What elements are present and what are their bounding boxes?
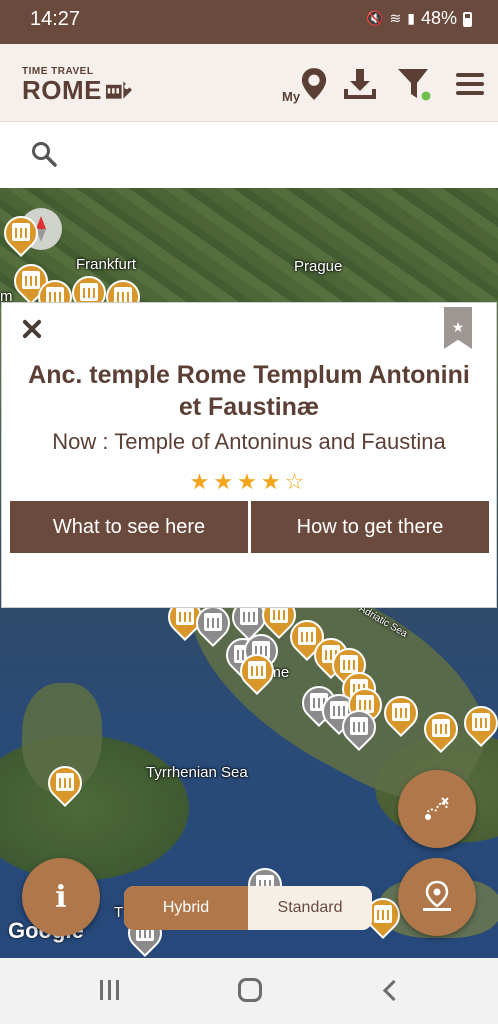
info-button[interactable]: i xyxy=(22,858,100,936)
map-label-tyrrhenian: Tyrrhenian Sea xyxy=(146,764,248,781)
map-pin-marker[interactable] xyxy=(232,646,282,696)
status-system-icons: 🔇 ≋ ▮ 48% xyxy=(366,8,472,29)
bookmark-star-icon[interactable]: ★ xyxy=(444,307,472,349)
logo-big-text: ROME xyxy=(22,75,102,105)
map-label-frankfurt: Frankfurt xyxy=(76,256,137,273)
app-header: TIME TRAVEL ROME My xyxy=(0,44,498,122)
star-icon: ★ xyxy=(189,469,214,494)
map-type-toggle: Hybrid Standard xyxy=(124,886,372,930)
close-icon[interactable] xyxy=(18,315,46,343)
mute-icon: 🔇 xyxy=(366,10,384,26)
map-label-edge-t: T xyxy=(114,904,124,921)
rating-stars: ★★★★☆ xyxy=(2,469,496,495)
tour-map-icon xyxy=(425,797,449,820)
locate-button[interactable] xyxy=(398,858,476,936)
status-time: 14:27 xyxy=(30,8,81,30)
signal-icon: ▮ xyxy=(407,10,415,26)
battery-icon xyxy=(463,12,472,27)
star-icon: ★ xyxy=(260,469,285,494)
home-icon[interactable] xyxy=(238,978,262,1002)
download-icon xyxy=(344,69,376,99)
how-to-get-there-button[interactable]: How to get there xyxy=(251,501,489,553)
wifi-icon: ≋ xyxy=(389,10,402,26)
map-type-hybrid[interactable]: Hybrid xyxy=(124,886,248,930)
search-icon[interactable] xyxy=(30,140,58,168)
map-pin-marker[interactable] xyxy=(0,208,46,258)
star-empty-icon: ☆ xyxy=(284,469,309,494)
map-label-prague: Prague xyxy=(294,258,343,275)
map-pin-marker[interactable] xyxy=(416,704,466,754)
battery-percent: 48% xyxy=(420,8,457,28)
map-pin-marker[interactable] xyxy=(456,698,498,748)
tour-button[interactable] xyxy=(398,770,476,848)
map-type-standard[interactable]: Standard xyxy=(248,886,372,930)
map-pin-marker[interactable] xyxy=(188,598,238,648)
app-logo[interactable]: TIME TRAVEL ROME xyxy=(22,66,132,103)
locate-pin-icon xyxy=(423,880,451,911)
my-label: My xyxy=(282,89,301,104)
map-pin-marker[interactable] xyxy=(334,702,384,752)
star-icon: ★ xyxy=(237,469,261,494)
map-pin-icon xyxy=(301,68,327,100)
recent-apps-icon[interactable] xyxy=(100,980,122,1000)
hamburger-menu-icon[interactable] xyxy=(448,62,492,106)
map-pin-marker[interactable] xyxy=(376,688,426,738)
search-bar[interactable] xyxy=(0,122,498,188)
back-icon[interactable] xyxy=(382,980,398,1000)
place-current-name: Now : Temple of Antoninus and Faustina xyxy=(52,429,446,454)
logo-colosseum-icon xyxy=(106,81,132,99)
filter-icon xyxy=(398,69,431,101)
download-button[interactable] xyxy=(338,62,382,106)
status-bar: 14:27 🔇 ≋ ▮ 48% xyxy=(0,0,498,44)
place-popup-card: ★ Anc. temple Rome Templum Antonini et F… xyxy=(1,302,497,608)
what-to-see-button[interactable]: What to see here xyxy=(10,501,248,553)
filter-button[interactable] xyxy=(392,62,436,106)
system-nav-bar xyxy=(0,958,498,1024)
place-title: Anc. temple Rome Templum Antonini et Fau… xyxy=(28,361,470,421)
my-places-button[interactable]: My xyxy=(280,62,328,106)
star-icon: ★ xyxy=(213,469,238,494)
map-pin-marker[interactable] xyxy=(40,758,90,808)
